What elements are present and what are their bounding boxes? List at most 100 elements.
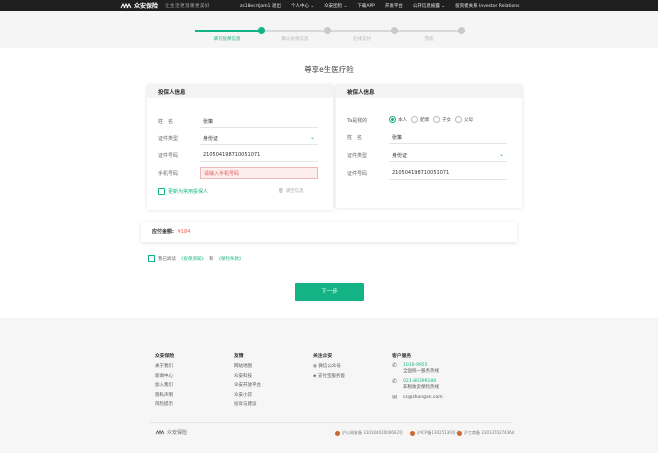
logo-text: 众安保险: [134, 3, 159, 10]
applicant-id-type-select[interactable]: 身份证: [203, 135, 218, 142]
wechat-label: 微信公众号: [318, 364, 341, 369]
nav-group-insurance[interactable]: 众安团险 ⌄: [324, 3, 347, 9]
amount-label: 应付金额:: [152, 229, 174, 235]
footer-bottom: 众安保险 沪公网安备 31010402000662号 沪ICP备13025130…: [155, 429, 515, 439]
terms-link[interactable]: 《保险条款》: [217, 256, 244, 262]
footer-link[interactable]: 投诉与建议: [234, 401, 261, 407]
chevron-down-icon[interactable]: ⌄: [310, 134, 315, 141]
insured-id-no-row: 证件号码 210504198710051071: [347, 167, 507, 180]
email-link[interactable]: cs@zhongan.com: [403, 395, 443, 400]
save-applicant-label[interactable]: 更新为常用投保人: [168, 188, 208, 195]
applicant-heading: 投保人信息: [147, 85, 333, 98]
footer-logo-text: 众安保险: [167, 430, 188, 436]
phone-note: 全国统一服务热线: [403, 369, 439, 374]
license-2[interactable]: 沪ICP备13025130号-1: [410, 430, 460, 436]
footer-link[interactable]: 众安开放平台: [234, 382, 261, 388]
footer-col-title: 客户服务: [392, 354, 412, 359]
top-navigation-bar: 众安保险 让生活更温暖更美好 zs18ecrtjam1 退出 个人中心 ⌄ 众安…: [0, 0, 658, 11]
applicant-name-field[interactable]: 张策: [203, 118, 213, 125]
agreement-checkbox[interactable]: [148, 255, 155, 262]
insured-id-type-select[interactable]: 身份证: [392, 152, 407, 159]
nav-download-app[interactable]: 下载APP: [357, 3, 375, 9]
insured-id-type-row: 证件类型 身份证 ⌄: [347, 149, 507, 162]
step-label-2: 确认投保信息: [281, 37, 309, 42]
step-dot-2: [324, 27, 331, 34]
next-step-button[interactable]: 下一步: [295, 283, 364, 301]
license-text: 沪ICP备13025130号-1: [417, 430, 460, 435]
insured-name-label: 姓 名: [347, 135, 363, 141]
footer-col-follow: 关注众安 ◍ 微信公众号 ◈ 支付宝服务窗: [313, 352, 345, 382]
footer-link[interactable]: 众安科技: [234, 373, 261, 379]
alipay-link[interactable]: ◈ 支付宝服务窗: [313, 373, 345, 379]
police-emblem-icon: [457, 430, 462, 436]
insured-relation-row: Ta是我的 本人 配偶 子女 父母: [347, 114, 507, 127]
field-underline: [389, 161, 507, 162]
footer-logo: 众安保险: [155, 429, 187, 436]
radio-icon: [433, 116, 440, 123]
top-nav: zs18ecrtjam1 退出 个人中心 ⌄ 众安团险 ⌄ 下载APP 开发平台…: [240, 3, 519, 9]
relation-label: 子女: [442, 117, 451, 123]
service-email: ✉ cs@zhongan.com: [392, 395, 443, 402]
user-logout-link[interactable]: zs18ecrtjam1 退出: [240, 3, 281, 9]
footer-link[interactable]: 关于我们: [155, 363, 174, 369]
relation-radio-spouse[interactable]: 配偶: [411, 116, 429, 123]
zhongan-logo-icon: [155, 429, 165, 435]
relation-radio-child[interactable]: 子女: [433, 116, 451, 123]
nav-personal-center[interactable]: 个人中心 ⌄: [291, 3, 314, 9]
footer-link[interactable]: 加入我们: [155, 382, 174, 388]
agreement-row: 我已阅读 《投保须知》 和 《保险条款》: [148, 255, 244, 262]
footer-col-company: 众安保险 关于我们 新闻中心 加入我们 隐私声明 风险提示: [155, 352, 174, 411]
insured-heading: 被保人信息: [336, 85, 522, 98]
field-underline: [389, 179, 507, 180]
phone-note: 非税收卖保险热线: [403, 385, 439, 390]
license-3[interactable]: 沪工商备 3101370274364: [457, 430, 514, 436]
applicant-id-type-label: 证件类型: [158, 136, 179, 142]
clear-info-label: 清空信息: [285, 189, 304, 194]
applicant-id-no-field[interactable]: 210504198710051071: [203, 152, 260, 158]
footer-link[interactable]: 风险提示: [155, 401, 174, 407]
footer-col-service: 客户服务 ✆ 1010-9955 全国统一服务热线 ✆ 021-80399188…: [392, 352, 443, 407]
footer-link[interactable]: 网站地图: [234, 363, 261, 369]
step-dot-4: [458, 27, 465, 34]
relation-label: 配偶: [420, 117, 429, 123]
footer-link[interactable]: 众安小贷: [234, 392, 261, 398]
license-1[interactable]: 沪公网安备 31010402000662号: [335, 430, 403, 436]
agreement-and: 和: [209, 256, 214, 262]
alipay-icon: ◈: [313, 373, 317, 379]
mail-icon: ✉: [392, 394, 398, 401]
agreement-prefix: 我已阅读: [158, 256, 176, 262]
applicant-name-label: 姓 名: [158, 119, 174, 125]
footer-link[interactable]: 新闻中心: [155, 373, 174, 379]
progress-track-done: [195, 30, 261, 32]
applicant-phone-input[interactable]: 请输入手机号码: [200, 167, 318, 179]
insured-id-no-field[interactable]: 210504198710051071: [392, 170, 449, 176]
nav-dev-platform[interactable]: 开发平台: [385, 3, 403, 9]
footer-divider: [150, 422, 512, 423]
nav-investor-relations[interactable]: 投资者关系 Investor Relations: [455, 3, 519, 9]
radio-icon: [389, 116, 396, 123]
site-logo[interactable]: 众安保险: [120, 1, 158, 10]
police-emblem-icon: [335, 430, 340, 436]
insured-name-field[interactable]: 张策: [392, 134, 402, 141]
notice-link[interactable]: 《投保须知》: [179, 256, 206, 262]
applicant-phone-row: 手机号码 请输入手机号码: [158, 167, 318, 180]
chevron-down-icon[interactable]: ⌄: [499, 151, 504, 158]
step-dot-1: [258, 27, 265, 34]
relation-radio-self[interactable]: 本人: [389, 116, 407, 123]
field-underline: [389, 143, 507, 144]
applicant-name-row: 姓 名 张策: [158, 115, 318, 128]
footer-col-links: 友情 网站地图 众安科技 众安开放平台 众安小贷 投诉与建议: [234, 352, 261, 411]
footer-col-title: 友情: [234, 354, 244, 359]
service-phone-1: ✆ 1010-9955 全国统一服务热线: [392, 363, 443, 375]
relation-radio-parent[interactable]: 父母: [455, 116, 473, 123]
clear-info-button[interactable]: 🗑 清空信息: [278, 188, 304, 195]
nav-disclosure[interactable]: 公开信息披露 ⌄: [413, 3, 445, 9]
insured-name-row: 姓 名 张策: [347, 131, 507, 144]
alipay-label: 支付宝服务窗: [317, 373, 345, 379]
footer-col-title: 关注众安: [313, 354, 333, 359]
service-phone-2: ✆ 021-80399188 非税收卖保险热线: [392, 379, 443, 391]
save-applicant-checkbox[interactable]: [158, 188, 165, 195]
footer-link[interactable]: 隐私声明: [155, 392, 174, 398]
step-label-3: 在线支付: [353, 37, 371, 42]
wechat-link[interactable]: ◍ 微信公众号: [313, 363, 345, 369]
